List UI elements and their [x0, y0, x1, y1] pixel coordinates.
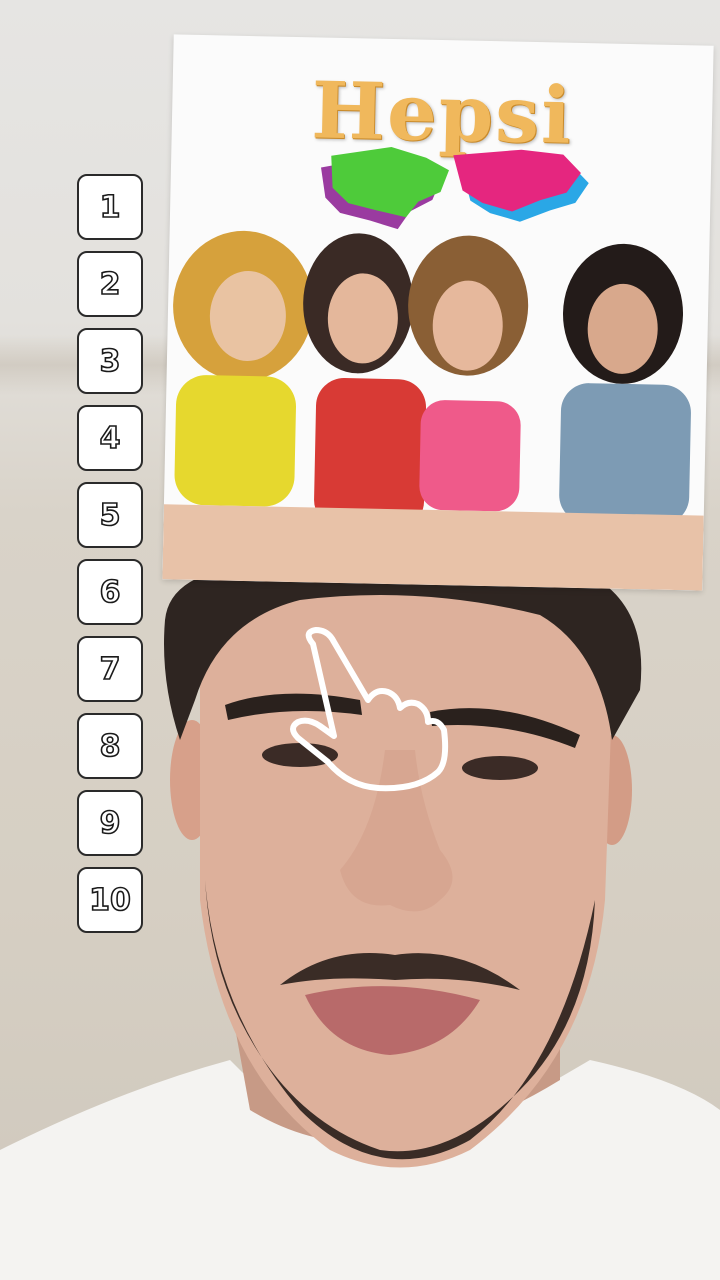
rank-slot-4[interactable]: 4: [77, 405, 143, 471]
rank-slot-6[interactable]: 6: [77, 559, 143, 625]
rank-slot-7[interactable]: 7: [77, 636, 143, 702]
rank-slot-10[interactable]: 10: [77, 867, 143, 933]
album-cover-card: Hepsi: [162, 34, 714, 591]
rank-slot-1[interactable]: 1: [77, 174, 143, 240]
pointing-hand-icon: [290, 627, 449, 792]
rank-slot-5[interactable]: 5: [77, 482, 143, 548]
rank-slot-3[interactable]: 3: [77, 328, 143, 394]
rank-slot-2[interactable]: 2: [77, 251, 143, 317]
rank-slot-8[interactable]: 8: [77, 713, 143, 779]
album-logo-shapes: [162, 146, 704, 591]
ranking-slot-list: 1 2 3 4 5 6 7 8 9 10: [77, 174, 145, 944]
rank-slot-9[interactable]: 9: [77, 790, 143, 856]
